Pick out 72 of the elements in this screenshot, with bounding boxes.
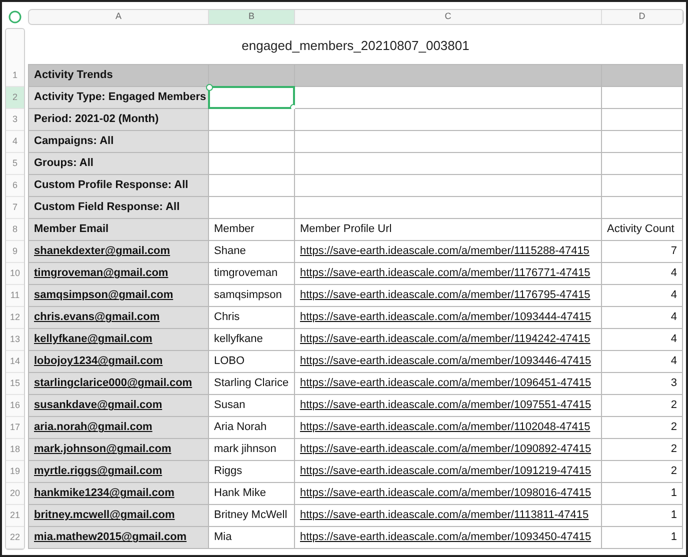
email-link[interactable]: starlingclarice000@gmail.com (34, 375, 192, 392)
cell-text: samqsimpson (214, 288, 282, 304)
cell-text: Chris (214, 310, 240, 326)
profile-link[interactable]: https://save-earth.ideascale.com/a/member/1096451-47415 (300, 375, 592, 392)
cell-text: Activity Count (607, 222, 674, 238)
cell-text: 1 (670, 530, 677, 546)
cell-text: Aria Norah (214, 420, 267, 436)
cell-text: 4 (670, 332, 677, 348)
profile-link[interactable]: https://save-earth.ideascale.com/a/member/1115288-47415 (300, 243, 590, 260)
cell-text: LOBO (214, 354, 245, 370)
email-link[interactable]: myrtle.riggs@gmail.com (34, 463, 162, 480)
cell-text: Campaigns: All (34, 134, 114, 150)
cell-text: 1 (670, 486, 677, 502)
email-link[interactable]: timgroveman@gmail.com (34, 265, 168, 282)
column-header[interactable]: A (29, 10, 209, 24)
profile-link[interactable]: https://save-earth.ideascale.com/a/member/1093444-47415 (300, 309, 592, 326)
profile-link[interactable]: https://save-earth.ideascale.com/a/member/1091219-47415 (300, 463, 592, 480)
cell-text: Mia (214, 530, 232, 546)
cell-text: mark jihnson (214, 442, 276, 458)
profile-link[interactable]: https://save-earth.ideascale.com/a/member/1098016-47415 (300, 485, 592, 502)
profile-link[interactable]: https://save-earth.ideascale.com/a/member/1093450-47415 (300, 529, 592, 546)
cell-text: Riggs (214, 464, 242, 480)
cell-text: Custom Field Response: All (34, 200, 180, 216)
email-link[interactable]: chris.evans@gmail.com (34, 309, 160, 326)
cell-text: timgroveman (214, 266, 278, 282)
profile-link[interactable]: https://save-earth.ideascale.com/a/member/1097551-47415 (300, 397, 592, 414)
cell-text: 3 (670, 376, 677, 392)
profile-link[interactable]: https://save-earth.ideascale.com/a/member/1176771-47415 (300, 265, 590, 282)
email-link[interactable]: shanekdexter@gmail.com (34, 243, 170, 260)
email-link[interactable]: britney.mcwell@gmail.com (34, 507, 175, 524)
cell-text: Member Profile Url (300, 222, 392, 238)
row-header[interactable]: 6 (6, 175, 24, 197)
email-link[interactable]: mia.mathew2015@gmail.com (34, 529, 187, 546)
email-link[interactable]: kellyfkane@gmail.com (34, 331, 152, 348)
email-link[interactable]: lobojoy1234@gmail.com (34, 353, 163, 370)
email-link[interactable]: aria.norah@gmail.com (34, 419, 152, 436)
cell-text: Starling Clarice (214, 376, 289, 392)
cell-text: Shane (214, 244, 246, 260)
cell-text: 1 (670, 508, 677, 524)
profile-link[interactable]: https://save-earth.ideascale.com/a/member/1194242-47415 (300, 331, 590, 348)
profile-link[interactable]: https://save-earth.ideascale.com/a/member/1093446-47415 (300, 353, 592, 370)
cell-text: 4 (670, 310, 677, 326)
cell-text: Activity Trends (34, 68, 113, 84)
cell-text: 4 (670, 354, 677, 370)
cell-text: Member Email (34, 222, 109, 238)
cell-text: 2 (670, 464, 677, 480)
cell-text: Susan (214, 398, 246, 414)
cell-text: 4 (670, 266, 677, 282)
cell-text: Hank Mike (214, 486, 266, 502)
cell-text: kellyfkane (214, 332, 263, 348)
cell-text: 2 (670, 420, 677, 436)
profile-link[interactable]: https://save-earth.ideascale.com/a/member/1176795-47415 (300, 287, 590, 304)
cell-text: 2 (670, 442, 677, 458)
column-header[interactable]: B (209, 10, 295, 24)
email-link[interactable]: susankdave@gmail.com (34, 397, 162, 414)
cell-text: Britney McWell (214, 508, 288, 524)
cell-text: Period: 2021-02 (Month) (34, 112, 159, 128)
email-link[interactable]: samqsimpson@gmail.com (34, 287, 174, 304)
profile-link[interactable]: https://save-earth.ideascale.com/a/member/1102048-47415 (300, 419, 590, 436)
cell-text: Activity Type: Engaged Members (34, 90, 206, 106)
cell-text: 7 (670, 244, 677, 260)
profile-link[interactable]: https://save-earth.ideascale.com/a/member/1090892-47415 (300, 441, 592, 458)
email-link[interactable]: hankmike1234@gmail.com (34, 485, 174, 502)
cell-text: 2 (670, 398, 677, 414)
select-all-icon[interactable] (8, 10, 22, 24)
cell-text: Groups: All (34, 156, 94, 172)
sheet-title: engaged_members_20210807_003801 (242, 37, 470, 56)
cell-text: Custom Profile Response: All (34, 178, 188, 194)
cell-text: Member (214, 222, 254, 238)
cell-text: 4 (670, 288, 677, 304)
email-link[interactable]: mark.johnson@gmail.com (34, 441, 172, 458)
profile-link[interactable]: https://save-earth.ideascale.com/a/member/1113811-47415 (300, 507, 589, 524)
